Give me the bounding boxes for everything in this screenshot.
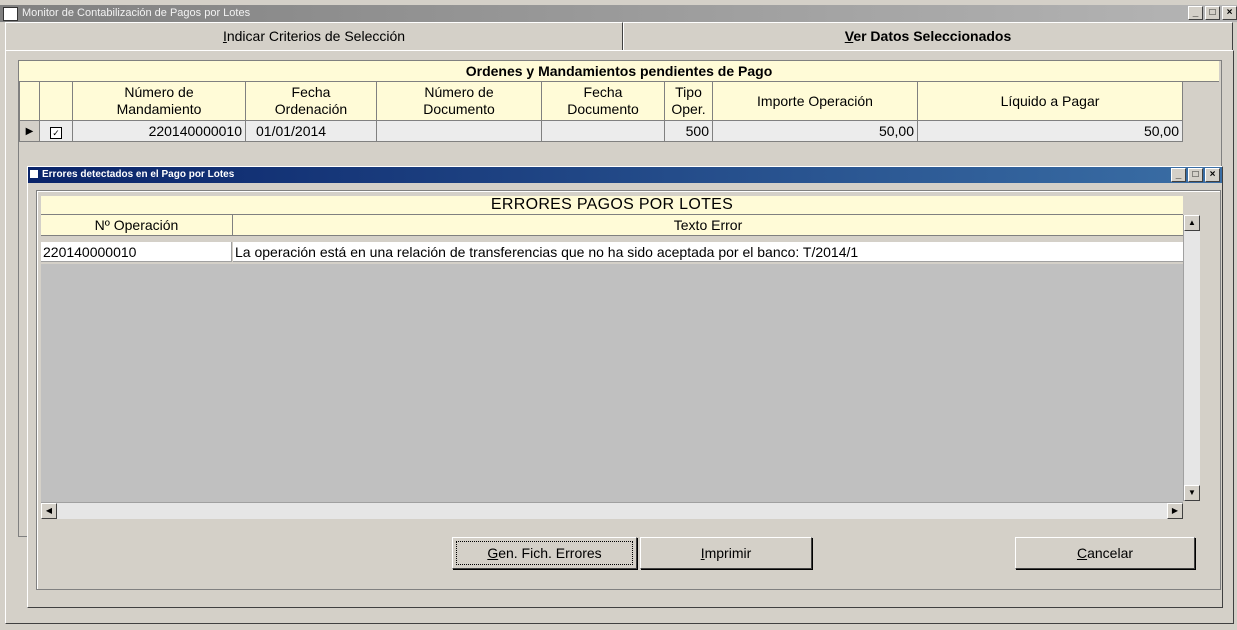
col-numero-mandamiento[interactable]: Número de Mandamiento <box>72 81 246 121</box>
dialog-title: Errores detectados en el Pago por Lotes <box>42 169 235 180</box>
cell-numero-operacion[interactable]: 220140000010 <box>41 242 232 262</box>
tab-ver-datos[interactable]: Ver Datos Seleccionados <box>623 22 1233 51</box>
errors-dialog: Errores detectados en el Pago por Lotes … <box>27 166 1223 608</box>
col-line2: Documento <box>567 101 639 117</box>
col-texto-error[interactable]: Texto Error <box>233 215 1183 236</box>
button-label: en. Fich. Errores <box>498 545 602 561</box>
dialog-close-button[interactable]: × <box>1205 168 1220 182</box>
grid-header-row: Número de Mandamiento Fecha Ordenación Núm… <box>19 81 1183 121</box>
window-controls: _ □ × <box>1186 6 1237 20</box>
col-fecha-ordenacion[interactable]: Fecha Ordenación <box>245 81 377 121</box>
cell-numero-documento <box>376 120 542 142</box>
vertical-scrollbar[interactable]: ▲ ▼ <box>1183 215 1200 501</box>
check-header <box>39 81 73 121</box>
scroll-up-icon[interactable]: ▲ <box>1184 215 1200 231</box>
cell-tipo-oper: 500 <box>664 120 713 142</box>
scroll-left-icon[interactable]: ◀ <box>41 503 57 519</box>
col-line1: Número de <box>124 84 194 100</box>
cancelar-button[interactable]: Cancelar <box>1015 537 1195 569</box>
cell-importe-operacion: 50,00 <box>712 120 918 142</box>
col-importe-operacion[interactable]: Importe Operación <box>712 81 918 121</box>
col-line1: Fecha <box>583 84 623 100</box>
col-numero-documento[interactable]: Número de Documento <box>376 81 542 121</box>
col-numero-operacion[interactable]: Nº Operación <box>41 215 233 236</box>
errors-grid-caption: ERRORES PAGOS POR LOTES <box>41 196 1183 215</box>
col-line2: Mandamiento <box>116 101 202 117</box>
cell-texto-error[interactable]: La operación está en una relación de tra… <box>233 242 1183 262</box>
dialog-minimize-button[interactable]: _ <box>1171 168 1186 182</box>
cell-fecha-ordenacion: 01/01/2014 <box>245 120 377 142</box>
col-line1: Número de <box>424 84 494 100</box>
button-label: ancelar <box>1087 545 1134 561</box>
cell-liquido-pagar: 50,00 <box>917 120 1183 142</box>
minimize-button[interactable]: _ <box>1188 6 1203 20</box>
row-indicator-header <box>19 81 40 121</box>
checkbox-checked-icon[interactable]: ✓ <box>50 127 62 139</box>
tab-label: er Datos Seleccionados <box>853 28 1012 44</box>
imprimir-button[interactable]: Imprimir <box>640 537 812 569</box>
row-checkbox-cell[interactable]: ✓ <box>39 120 73 142</box>
scroll-right-icon[interactable]: ▶ <box>1167 503 1183 519</box>
col-tipo-oper[interactable]: Tipo Oper. <box>664 81 713 121</box>
row-indicator: ▶ <box>19 120 40 142</box>
col-line2: Oper. <box>671 101 706 117</box>
col-fecha-documento[interactable]: Fecha Documento <box>541 81 665 121</box>
button-mnemonic: C <box>1076 545 1088 561</box>
dialog-titlebar: Errores detectados en el Pago por Lotes … <box>28 167 1222 183</box>
dialog-icon <box>30 170 38 178</box>
dialog-maximize-button[interactable]: □ <box>1188 168 1203 182</box>
maximize-button[interactable]: □ <box>1205 6 1220 20</box>
col-line1: Fecha <box>291 84 331 100</box>
button-mnemonic: G <box>487 545 499 561</box>
col-liquido-pagar[interactable]: Líquido a Pagar <box>917 81 1183 121</box>
tab-strip: Indicar Criterios de Selección Ver Datos… <box>0 22 1237 51</box>
tab-label: ndicar Criterios de Selección <box>226 28 406 44</box>
scroll-down-icon[interactable]: ▼ <box>1184 485 1200 501</box>
grid-caption: Ordenes y Mandamientos pendientes de Pag… <box>19 61 1219 82</box>
dialog-window-controls: _ □ × <box>1169 168 1220 182</box>
cell-numero-mandamiento: 220140000010 <box>72 120 246 142</box>
col-line2: Documento <box>423 101 495 117</box>
close-button[interactable]: × <box>1222 6 1237 20</box>
horizontal-scrollbar[interactable]: ◀ ▶ <box>41 502 1183 519</box>
errors-grid-empty-area <box>41 264 1183 502</box>
button-label: mprimir <box>704 545 752 561</box>
col-line2: Ordenación <box>274 101 348 117</box>
app-icon <box>3 7 18 21</box>
col-line1: Tipo <box>675 84 702 100</box>
table-row[interactable]: ▶ ✓ 220140000010 01/01/2014 500 50,00 50… <box>19 120 1183 142</box>
payments-grid: Número de Mandamiento Fecha Ordenación Núm… <box>19 81 1183 142</box>
tab-indicar-criterios[interactable]: Indicar Criterios de Selección <box>5 22 623 51</box>
cell-fecha-documento <box>541 120 665 142</box>
window-title: Monitor de Contabilización de Pagos por … <box>22 7 251 19</box>
gen-fich-errores-button[interactable]: Gen. Fich. Errores <box>452 537 637 569</box>
window-titlebar: Monitor de Contabilización de Pagos por … <box>0 5 1237 22</box>
